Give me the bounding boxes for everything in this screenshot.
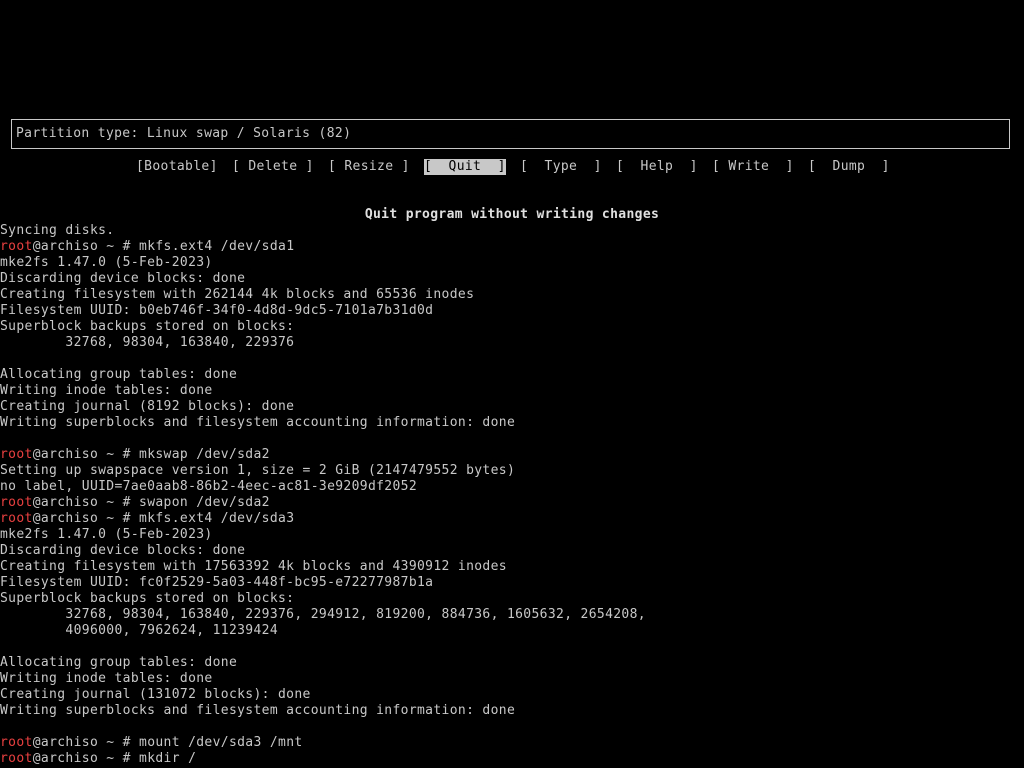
terminal-line: no label, UUID=7ae0aab8-86b2-4eec-ac81-3… — [0, 479, 418, 494]
command: mount /dev/sda3 /mnt — [139, 735, 303, 750]
command: swapon /dev/sda2 — [139, 495, 270, 510]
prompt-line[interactable]: root@archiso ~ # mkfs.ext4 /dev/sda3 — [0, 511, 294, 527]
prompt-user: root — [0, 239, 33, 254]
prompt-line[interactable]: root@archiso ~ # mkdir / — [0, 751, 196, 767]
command: mkfs.ext4 /dev/sda3 — [139, 511, 295, 526]
command: mkfs.ext4 /dev/sda1 — [139, 239, 295, 254]
prompt-line[interactable]: root@archiso ~ # mkswap /dev/sda2 — [0, 447, 270, 463]
terminal-line: Creating journal (131072 blocks): done — [0, 687, 311, 702]
terminal-line: Filesystem UUID: fc0f2529-5a03-448f-bc95… — [0, 575, 434, 590]
prompt-user: root — [0, 447, 33, 462]
terminal-line: Allocating group tables: done — [0, 655, 238, 670]
terminal-line: mke2fs 1.47.0 (5-Feb-2023) — [0, 255, 213, 270]
prompt-host: @archiso ~ # — [32, 495, 140, 510]
terminal-line: Writing superblocks and filesystem accou… — [0, 703, 516, 718]
terminal-line: 32768, 98304, 163840, 229376 — [0, 335, 295, 350]
terminal-line: Writing inode tables: done — [0, 671, 213, 686]
terminal-line: 32768, 98304, 163840, 229376, 294912, 81… — [0, 607, 646, 622]
menu-write[interactable]: [ Write ] — [712, 159, 794, 175]
command-input[interactable]: mkdir / — [139, 751, 196, 766]
terminal-line: Creating journal (8192 blocks): done — [0, 399, 295, 414]
terminal-line: Filesystem UUID: b0eb746f-34f0-4d8d-9dc5… — [0, 303, 434, 318]
terminal-line: Discarding device blocks: done — [0, 271, 246, 286]
prompt-host: @archiso ~ # — [32, 511, 140, 526]
menu-delete[interactable]: [ Delete ] — [232, 159, 314, 175]
menu-hint: Quit program without writing changes — [364, 207, 660, 222]
menu-dump[interactable]: [ Dump ] — [808, 159, 890, 175]
terminal-line: Creating filesystem with 17563392 4k blo… — [0, 559, 507, 574]
prompt-line[interactable]: root@archiso ~ # mkfs.ext4 /dev/sda1 — [0, 239, 294, 255]
menu-help[interactable]: [ Help ] — [616, 159, 698, 175]
terminal-line: 4096000, 7962624, 11239424 — [0, 623, 279, 638]
prompt-host: @archiso ~ # — [32, 735, 140, 750]
prompt-user: root — [0, 751, 33, 766]
prompt-line[interactable]: root@archiso ~ # mount /dev/sda3 /mnt — [0, 735, 303, 751]
partition-type-box: Partition type: Linux swap / Solaris (82… — [11, 119, 1010, 149]
prompt-user: root — [0, 495, 33, 510]
prompt-user: root — [0, 735, 33, 750]
partition-type-label: Partition type: Linux swap / Solaris (82… — [16, 126, 352, 141]
terminal-line: Writing inode tables: done — [0, 383, 213, 398]
terminal-line: Allocating group tables: done — [0, 367, 238, 382]
command: mkswap /dev/sda2 — [139, 447, 270, 462]
terminal-line: Discarding device blocks: done — [0, 543, 246, 558]
terminal-line: Syncing disks. — [0, 223, 115, 238]
prompt-line[interactable]: root@archiso ~ # swapon /dev/sda2 — [0, 495, 270, 511]
prompt-host: @archiso ~ # — [32, 751, 140, 766]
terminal-line: mke2fs 1.47.0 (5-Feb-2023) — [0, 527, 213, 542]
terminal-line: Superblock backups stored on blocks: — [0, 591, 295, 606]
menu-type[interactable]: [ Type ] — [520, 159, 602, 175]
terminal-line: Creating filesystem with 262144 4k block… — [0, 287, 475, 302]
menu-quit[interactable]: [ Quit ] — [424, 159, 506, 175]
terminal-line: Superblock backups stored on blocks: — [0, 319, 295, 334]
menu-resize[interactable]: [ Resize ] — [328, 159, 410, 175]
prompt-host: @archiso ~ # — [32, 447, 140, 462]
terminal-line: Writing superblocks and filesystem accou… — [0, 415, 516, 430]
terminal-line: Setting up swapspace version 1, size = 2… — [0, 463, 516, 478]
prompt-user: root — [0, 511, 33, 526]
menu-bootable[interactable]: [Bootable] — [136, 159, 218, 175]
prompt-host: @archiso ~ # — [32, 239, 140, 254]
